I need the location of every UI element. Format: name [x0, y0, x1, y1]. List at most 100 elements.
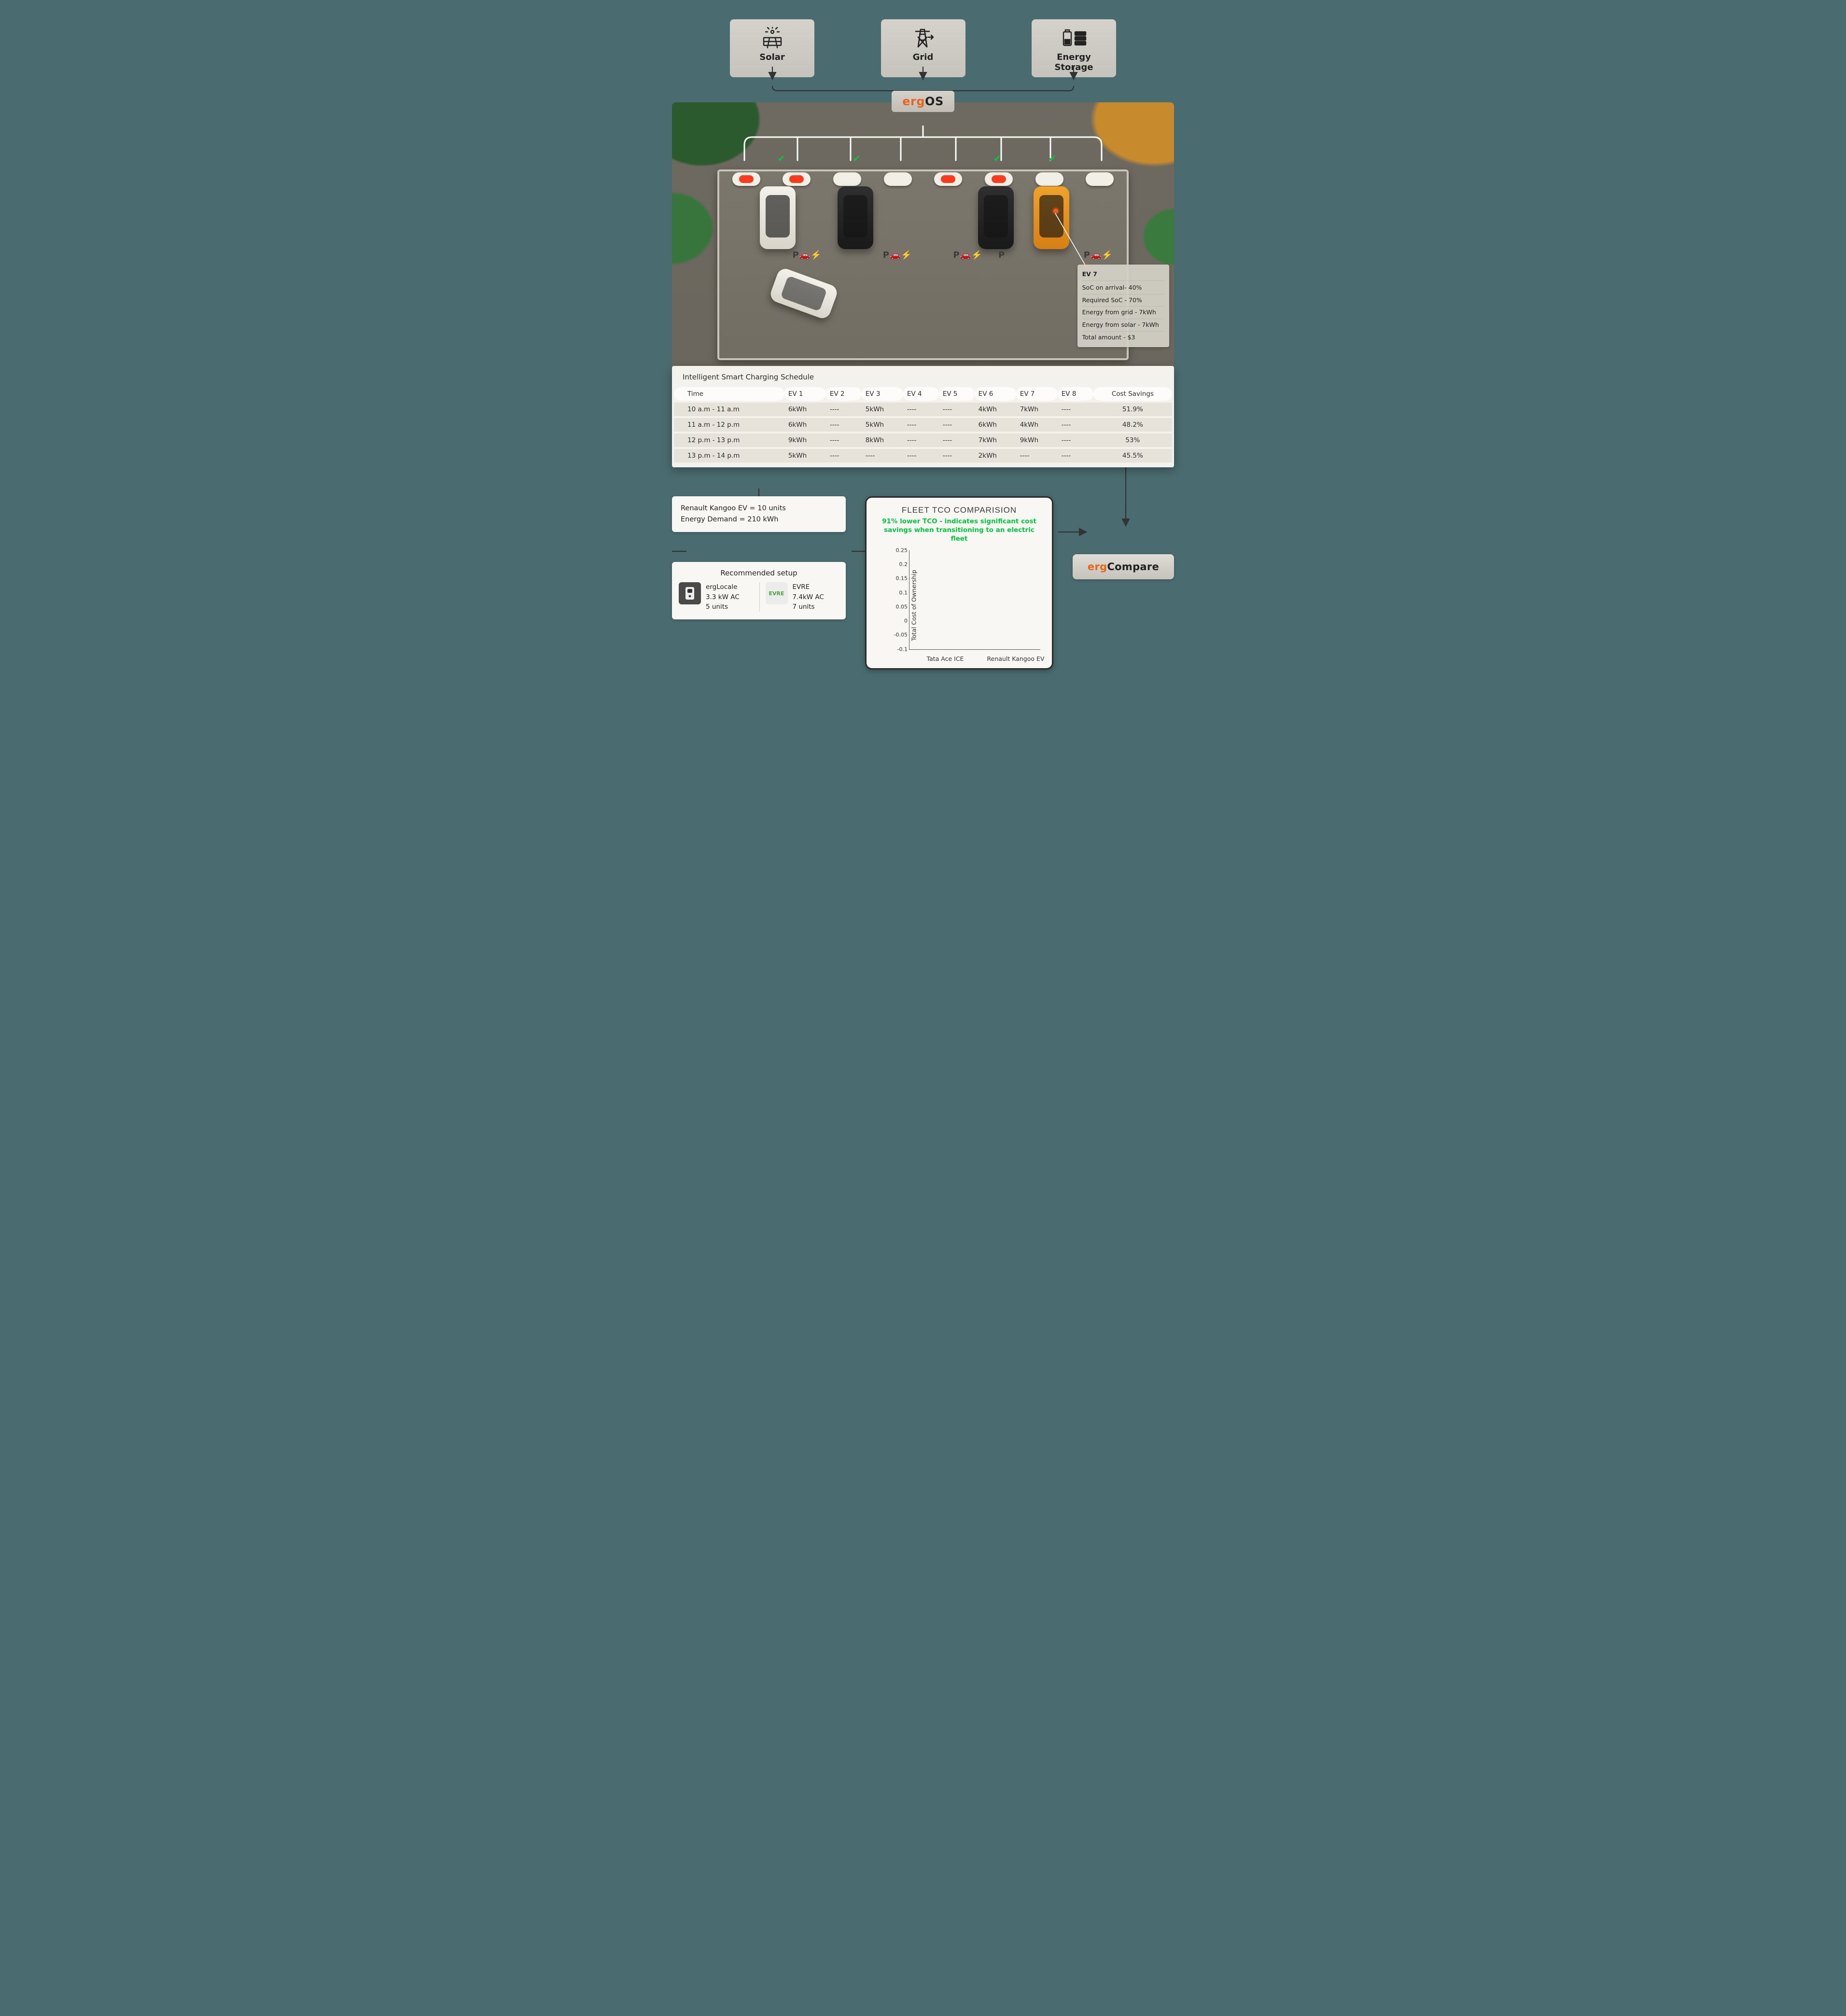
cell: ---- — [1058, 434, 1093, 447]
cell: 9kWh — [784, 434, 826, 447]
cell: 5kWh — [784, 449, 826, 462]
cell: 2kWh — [975, 449, 1016, 462]
charger-unit — [1035, 172, 1063, 186]
reco-item-evre: EVRE EVRE 7.4kW AC 7 units — [759, 582, 839, 612]
cell: ---- — [1058, 403, 1093, 416]
car — [838, 186, 873, 249]
cell: 6kWh — [784, 403, 826, 416]
evre-icon: EVRE — [766, 582, 788, 604]
source-storage: Energy Storage — [1032, 19, 1116, 77]
y-tick: 0 — [893, 618, 908, 624]
parking-mark: P — [998, 251, 1005, 260]
cell: 12 p.m - 13 p.m — [674, 434, 784, 447]
check-icon: ✔ — [777, 153, 785, 164]
fleet-line: Energy Demand = 210 kWh — [681, 514, 837, 525]
reco-title: Recommended setup — [679, 569, 839, 577]
ergos-badge-row: ergOS — [672, 91, 1174, 114]
charger-unit — [884, 172, 912, 186]
cell: ---- — [939, 418, 975, 432]
y-tick: 0.2 — [893, 561, 908, 567]
parking-mark: P🚗⚡ — [1084, 251, 1113, 260]
reco-qty: 5 units — [706, 602, 740, 612]
y-tick: -0.05 — [893, 632, 908, 638]
cell: ---- — [826, 449, 862, 462]
cell: 6kWh — [784, 418, 826, 432]
chart-axes: 0.25 0.2 0.15 0.1 0.05 0 -0.05 -0.1 — [909, 550, 1040, 650]
tooltip-line: Energy from grid - 7kWh — [1082, 307, 1164, 319]
y-tick: 0.25 — [893, 547, 908, 553]
cell: 9kWh — [1016, 434, 1058, 447]
cell: ---- — [939, 403, 975, 416]
parking-mark: P🚗⚡ — [883, 251, 912, 260]
charger-unit — [934, 172, 962, 186]
col-ev: EV 7 — [1016, 387, 1058, 401]
cell: 5kWh — [862, 403, 903, 416]
table-row: 10 a.m - 11 a.m6kWh----5kWh--------4kWh7… — [674, 403, 1172, 416]
check-icon: ✔ — [993, 153, 1002, 164]
cell: ---- — [939, 449, 975, 462]
tco-chart-card: FLEET TCO COMPARISION 91% lower TCO - in… — [865, 496, 1053, 670]
table-row: 13 p.m - 14 p.m5kWh----------------2kWh-… — [674, 449, 1172, 462]
cell: ---- — [903, 434, 939, 447]
parking-mark: P🚗⚡ — [953, 251, 982, 260]
chart-plot: Total Cost of Ownership 0.25 0.2 0.15 0.… — [893, 547, 1040, 663]
fleet-info-card: Renault Kangoo EV = 10 units Energy Dema… — [672, 496, 846, 532]
source-grid: Grid — [881, 19, 965, 77]
col-ev: EV 8 — [1058, 387, 1093, 401]
erglocale-icon — [679, 582, 701, 604]
x-cat-label: Tata Ace ICE — [914, 655, 977, 662]
fleet-line: Renault Kangoo EV = 10 units — [681, 503, 837, 514]
charger-unit — [783, 172, 811, 186]
reco-item-erglocale: ergLocale 3.3 kW AC 5 units — [679, 582, 753, 612]
recommended-setup-card: Recommended setup ergLocale 3.3 kW AC 5 … — [672, 562, 846, 619]
charger-unit — [1086, 172, 1114, 186]
col-ev: EV 2 — [826, 387, 862, 401]
col-ev: EV 1 — [784, 387, 826, 401]
col-ev: EV 5 — [939, 387, 975, 401]
table-row: 12 p.m - 13 p.m9kWh----8kWh--------7kWh9… — [674, 434, 1172, 447]
cell: 48.2% — [1093, 418, 1172, 432]
cell: 11 a.m - 12 p.m — [674, 418, 784, 432]
cell: 51.9% — [1093, 403, 1172, 416]
reco-name: EVRE — [793, 582, 824, 592]
cell: 5kWh — [862, 418, 903, 432]
charger-unit — [833, 172, 861, 186]
col-ev: EV 4 — [903, 387, 939, 401]
check-icon: ✔ — [853, 153, 861, 164]
cell: 7kWh — [1016, 403, 1058, 416]
cell: 53% — [1093, 434, 1172, 447]
y-tick: 0.1 — [893, 589, 908, 596]
ergcompare-col: ergCompare — [1073, 554, 1174, 579]
cell: ---- — [1058, 418, 1093, 432]
cell: ---- — [1058, 449, 1093, 462]
schedule-panel: Intelligent Smart Charging Schedule Time… — [672, 366, 1174, 467]
car — [760, 186, 796, 249]
x-cat-label: Renault Kangoo EV — [979, 655, 1052, 662]
source-storage-label: Energy Storage — [1036, 52, 1111, 72]
tooltip-line: Total amount - $3 — [1082, 332, 1164, 344]
source-grid-label: Grid — [886, 52, 961, 62]
car — [978, 186, 1014, 249]
cell: ---- — [1016, 449, 1058, 462]
ergos-badge: ergOS — [892, 91, 954, 112]
reco-spec: 3.3 kW AC — [706, 592, 740, 602]
cell: 4kWh — [975, 403, 1016, 416]
cell: ---- — [939, 434, 975, 447]
tooltip-line: SoC on arrival- 40% — [1082, 282, 1164, 294]
lower-section: Renault Kangoo EV = 10 units Energy Dema… — [672, 496, 1174, 670]
reco-name: ergLocale — [706, 582, 740, 592]
source-solar-label: Solar — [735, 52, 810, 62]
left-column: Renault Kangoo EV = 10 units Energy Dema… — [672, 496, 846, 619]
cell: 7kWh — [975, 434, 1016, 447]
col-ev: EV 6 — [975, 387, 1016, 401]
table-header-row: Time EV 1 EV 2 EV 3 EV 4 EV 5 EV 6 EV 7 … — [674, 387, 1172, 401]
charger-unit — [732, 172, 760, 186]
cell: ---- — [862, 449, 903, 462]
table-row: 11 a.m - 12 p.m6kWh----5kWh--------6kWh4… — [674, 418, 1172, 432]
tooltip-title: EV 7 — [1082, 268, 1164, 281]
col-savings: Cost Savings — [1093, 387, 1172, 401]
parking-scene: ✔ ✔ ✔ ✔ P🚗⚡ P🚗⚡ P🚗⚡ P P🚗⚡ EV 7 SoC o — [672, 102, 1174, 382]
cell: ---- — [826, 418, 862, 432]
parking-mark: P🚗⚡ — [793, 251, 822, 260]
cell: ---- — [826, 434, 862, 447]
